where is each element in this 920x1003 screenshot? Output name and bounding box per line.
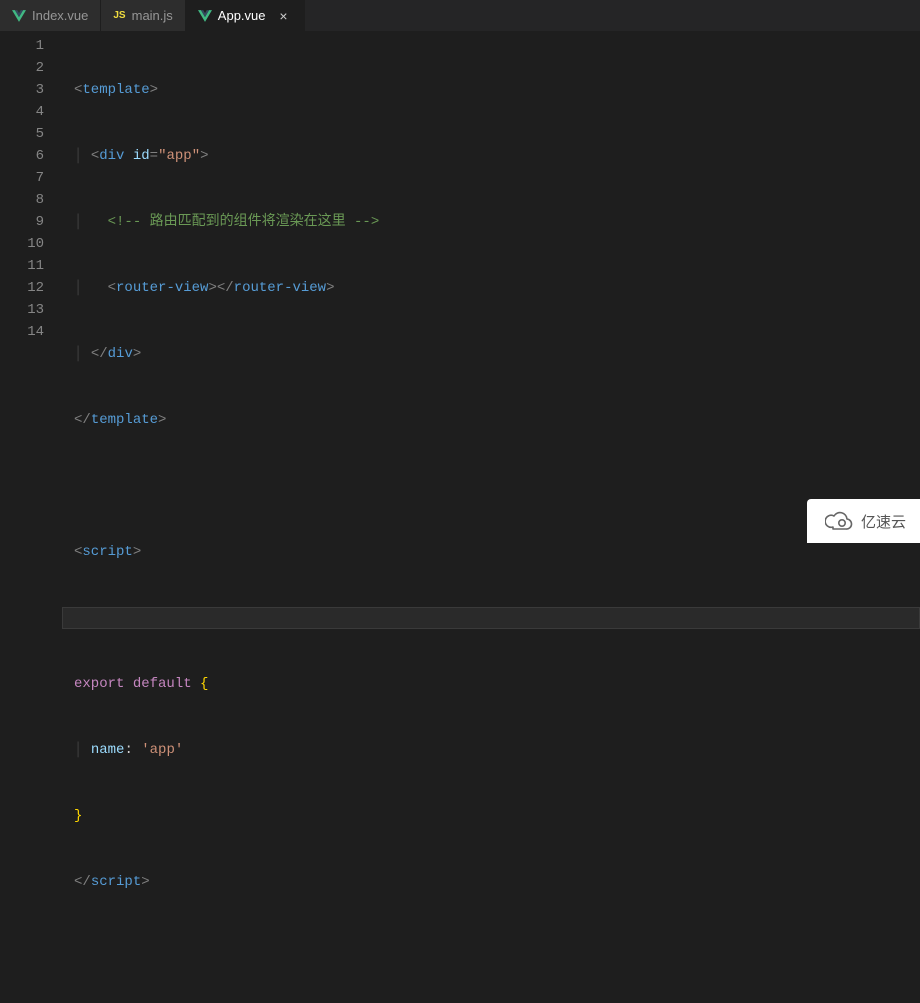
line-number: 10 [0, 233, 44, 255]
tab-app-vue[interactable]: App.vue × [186, 0, 305, 31]
gutter: 1 2 3 4 5 6 7 8 9 10 11 12 13 14 [0, 31, 62, 543]
line-number: 3 [0, 79, 44, 101]
code-line: │ <div id="app"> [74, 145, 920, 167]
code-line [74, 937, 920, 959]
tab-index-vue[interactable]: Index.vue [0, 0, 101, 31]
line-number: 1 [0, 35, 44, 57]
line-number: 11 [0, 255, 44, 277]
code-area[interactable]: <template> │ <div id="app"> │ <!-- 路由匹配到… [62, 31, 920, 543]
code-line: │ <router-view></router-view> [74, 277, 920, 299]
editor[interactable]: 1 2 3 4 5 6 7 8 9 10 11 12 13 14 <templa… [0, 31, 920, 543]
code-line: │ </div> [74, 343, 920, 365]
code-line [74, 475, 920, 497]
tabs-bar: Index.vue JS main.js App.vue × [0, 0, 920, 31]
code-line: │ name: 'app' [74, 739, 920, 761]
line-number: 2 [0, 57, 44, 79]
line-number: 4 [0, 101, 44, 123]
vue-icon [12, 10, 26, 22]
line-number: 14 [0, 321, 44, 343]
line-number: 5 [0, 123, 44, 145]
watermark-badge: 亿速云 [807, 499, 920, 543]
line-number: 9 [0, 211, 44, 233]
cloud-icon [825, 511, 853, 531]
code-line: <template> [74, 79, 920, 101]
code-line: } [74, 805, 920, 827]
code-line-current [62, 607, 920, 629]
vue-icon [198, 10, 212, 22]
watermark-text: 亿速云 [861, 511, 906, 532]
tab-label: App.vue [218, 8, 266, 23]
line-number: 8 [0, 189, 44, 211]
line-number: 12 [0, 277, 44, 299]
code-line: export default { [74, 673, 920, 695]
js-icon: JS [113, 10, 125, 21]
code-line: │ <!-- 路由匹配到的组件将渲染在这里 --> [74, 211, 920, 233]
code-line: <script> [74, 541, 920, 563]
tab-main-js[interactable]: JS main.js [101, 0, 185, 31]
tab-label: main.js [132, 8, 173, 23]
code-line: </template> [74, 409, 920, 431]
line-number: 6 [0, 145, 44, 167]
line-number: 13 [0, 299, 44, 321]
line-number: 7 [0, 167, 44, 189]
code-line: </script> [74, 871, 920, 893]
close-icon[interactable]: × [276, 8, 292, 24]
tab-label: Index.vue [32, 8, 88, 23]
